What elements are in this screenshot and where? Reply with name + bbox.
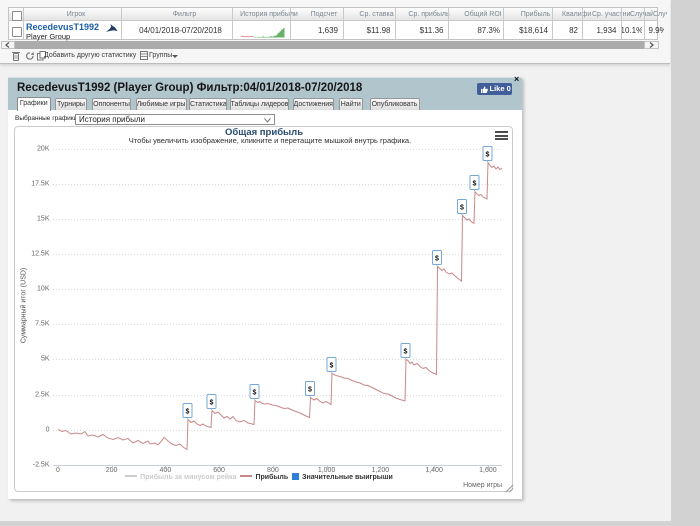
svg-text:$: $ [486, 152, 490, 159]
svg-text:$: $ [210, 400, 214, 407]
svg-text:$: $ [473, 181, 477, 188]
svg-text:$: $ [253, 390, 257, 397]
svg-text:$: $ [460, 205, 464, 212]
svg-text:$: $ [404, 349, 408, 356]
svg-text:$: $ [186, 409, 190, 416]
svg-text:$: $ [330, 363, 334, 370]
svg-text:$: $ [435, 256, 439, 263]
svg-text:$: $ [308, 387, 312, 394]
